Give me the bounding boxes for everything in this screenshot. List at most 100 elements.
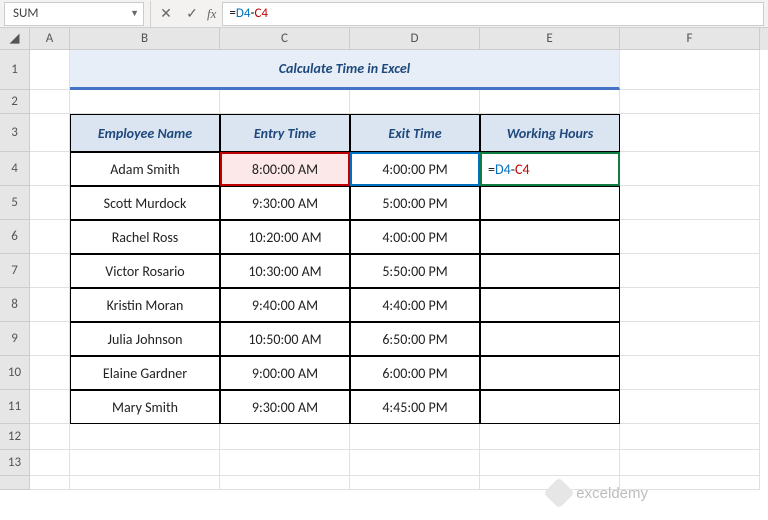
cell[interactable] — [620, 424, 760, 450]
cell[interactable] — [220, 90, 350, 114]
exit-time[interactable]: 6:50:00 PM — [350, 322, 480, 356]
cell[interactable] — [30, 476, 70, 490]
cell[interactable] — [30, 152, 70, 186]
row-header[interactable]: 11 — [0, 390, 30, 424]
employee-name[interactable]: Julia Johnson — [70, 322, 220, 356]
working-hours[interactable] — [480, 390, 620, 424]
col-header-e[interactable]: E — [480, 28, 620, 50]
cell[interactable] — [620, 288, 760, 322]
cell[interactable] — [350, 450, 480, 476]
working-hours[interactable] — [480, 356, 620, 390]
cell[interactable] — [350, 90, 480, 114]
entry-time[interactable]: 9:30:00 AM — [220, 186, 350, 220]
cell[interactable] — [30, 424, 70, 450]
cell[interactable] — [620, 220, 760, 254]
entry-time[interactable]: 9:40:00 AM — [220, 288, 350, 322]
row-header[interactable]: 1 — [0, 50, 30, 90]
col-header-f[interactable]: F — [620, 28, 760, 50]
entry-time[interactable]: 10:20:00 AM — [220, 220, 350, 254]
active-cell-e4[interactable]: =D4-C4 — [480, 152, 620, 186]
cell[interactable] — [620, 90, 760, 114]
cell[interactable] — [480, 90, 620, 114]
exit-time[interactable]: 4:45:00 PM — [350, 390, 480, 424]
entry-time-selected[interactable]: 8:00:00 AM — [220, 152, 350, 186]
row-header[interactable]: 9 — [0, 322, 30, 356]
exit-time[interactable]: 6:00:00 PM — [350, 356, 480, 390]
row-header[interactable] — [0, 476, 30, 490]
cell[interactable] — [30, 90, 70, 114]
employee-name[interactable]: Elaine Gardner — [70, 356, 220, 390]
cell[interactable] — [620, 50, 760, 90]
cell[interactable] — [220, 450, 350, 476]
formula-bar[interactable]: =D4-C4 — [222, 2, 764, 26]
fx-icon[interactable]: fx — [207, 6, 216, 22]
employee-name[interactable]: Victor Rosario — [70, 254, 220, 288]
cell[interactable] — [70, 450, 220, 476]
select-all[interactable]: ◢ — [0, 28, 30, 50]
cell[interactable] — [620, 390, 760, 424]
row-header[interactable]: 7 — [0, 254, 30, 288]
row-header[interactable]: 2 — [0, 90, 30, 114]
row-header[interactable]: 3 — [0, 114, 30, 152]
row-header[interactable]: 6 — [0, 220, 30, 254]
working-hours[interactable] — [480, 254, 620, 288]
cell[interactable] — [620, 450, 760, 476]
employee-name[interactable]: Mary Smith — [70, 390, 220, 424]
row-header[interactable]: 13 — [0, 450, 30, 476]
exit-time[interactable]: 5:00:00 PM — [350, 186, 480, 220]
header-entry-time[interactable]: Entry Time — [220, 114, 350, 152]
cell[interactable] — [70, 90, 220, 114]
entry-time[interactable]: 10:50:00 AM — [220, 322, 350, 356]
row-header[interactable]: 5 — [0, 186, 30, 220]
cell[interactable] — [30, 50, 70, 90]
entry-time[interactable]: 9:30:00 AM — [220, 390, 350, 424]
cell[interactable] — [30, 186, 70, 220]
entry-time[interactable]: 10:30:00 AM — [220, 254, 350, 288]
exit-time-selected[interactable]: 4:00:00 PM — [350, 152, 480, 186]
working-hours[interactable] — [480, 220, 620, 254]
cell[interactable] — [70, 424, 220, 450]
working-hours[interactable] — [480, 186, 620, 220]
cell[interactable] — [30, 390, 70, 424]
employee-name[interactable]: Adam Smith — [70, 152, 220, 186]
cell[interactable] — [620, 356, 760, 390]
col-header-a[interactable]: A — [30, 28, 70, 50]
row-header[interactable]: 8 — [0, 288, 30, 322]
cell[interactable] — [620, 186, 760, 220]
exit-time[interactable]: 5:50:00 PM — [350, 254, 480, 288]
cell[interactable] — [30, 356, 70, 390]
cell[interactable] — [30, 114, 70, 152]
header-working-hours[interactable]: Working Hours — [480, 114, 620, 152]
row-header[interactable]: 10 — [0, 356, 30, 390]
header-employee-name[interactable]: Employee Name — [70, 114, 220, 152]
working-hours[interactable] — [480, 322, 620, 356]
cell[interactable] — [70, 476, 220, 490]
working-hours[interactable] — [480, 288, 620, 322]
name-box[interactable]: SUM ▼ — [4, 2, 144, 26]
cell[interactable] — [30, 288, 70, 322]
cell[interactable] — [480, 450, 620, 476]
cell[interactable] — [480, 424, 620, 450]
row-header[interactable]: 12 — [0, 424, 30, 450]
employee-name[interactable]: Kristin Moran — [70, 288, 220, 322]
cell[interactable] — [30, 220, 70, 254]
employee-name[interactable]: Scott Murdock — [70, 186, 220, 220]
col-header-b[interactable]: B — [70, 28, 220, 50]
chevron-down-icon[interactable]: ▼ — [130, 8, 139, 19]
col-header-d[interactable]: D — [350, 28, 480, 50]
cell[interactable] — [350, 476, 480, 490]
exit-time[interactable]: 4:00:00 PM — [350, 220, 480, 254]
employee-name[interactable]: Rachel Ross — [70, 220, 220, 254]
cell[interactable] — [620, 114, 760, 152]
cell[interactable] — [220, 424, 350, 450]
row-header[interactable]: 4 — [0, 152, 30, 186]
exit-time[interactable]: 4:40:00 PM — [350, 288, 480, 322]
cell[interactable] — [220, 476, 350, 490]
enter-icon[interactable]: ✓ — [179, 1, 205, 27]
cell[interactable] — [620, 254, 760, 288]
cell[interactable] — [30, 322, 70, 356]
entry-time[interactable]: 9:00:00 AM — [220, 356, 350, 390]
title-cell[interactable]: Calculate Time in Excel — [70, 50, 620, 90]
cell[interactable] — [620, 152, 760, 186]
cell[interactable] — [30, 254, 70, 288]
